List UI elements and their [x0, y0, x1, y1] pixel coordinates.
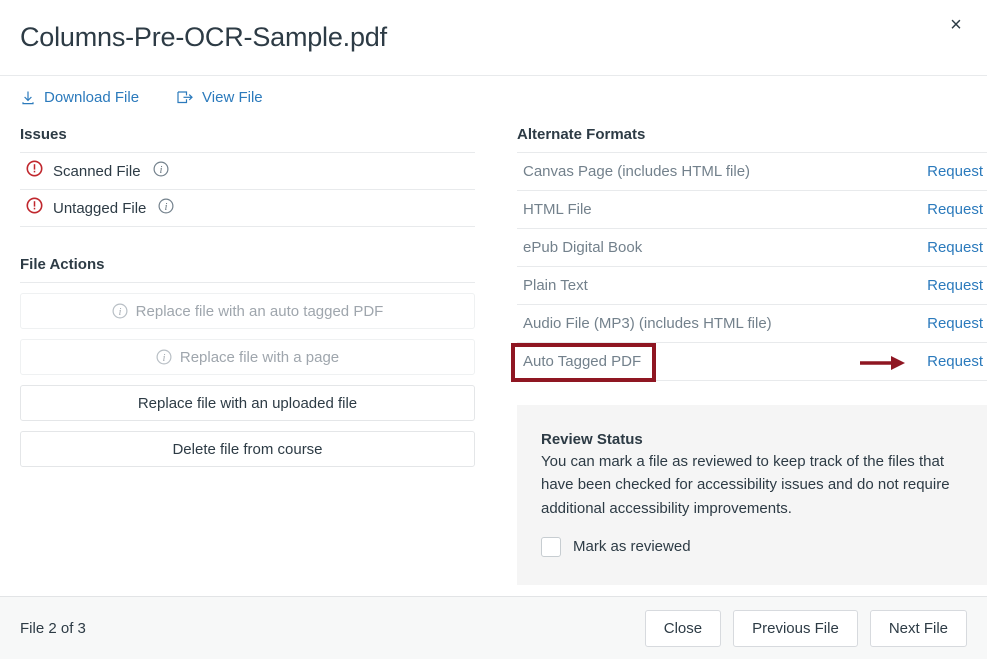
- replace-with-page-button[interactable]: i Replace file with a page: [20, 339, 475, 375]
- info-circle-icon[interactable]: i: [153, 160, 169, 182]
- mark-as-reviewed-checkbox[interactable]: Mark as reviewed: [541, 536, 963, 557]
- format-label: HTML File: [523, 201, 592, 218]
- replace-with-uploaded-file-button[interactable]: Replace file with an uploaded file: [20, 385, 475, 421]
- delete-file-from-course-button[interactable]: Delete file from course: [20, 431, 475, 467]
- previous-file-button[interactable]: Previous File: [733, 609, 858, 647]
- error-circle-icon: [26, 197, 43, 219]
- issues-section-title: Issues: [20, 119, 475, 153]
- action-button-label: Replace file with an auto tagged PDF: [135, 302, 384, 320]
- file-accessibility-dialog: Columns-Pre-OCR-Sample.pdf × Download Fi…: [0, 0, 987, 659]
- action-button-label: Delete file from course: [172, 440, 323, 458]
- file-actions-section: File Actions i Replace file with an auto…: [20, 249, 475, 467]
- alternate-formats-section-title: Alternate Formats: [517, 119, 987, 153]
- format-label: ePub Digital Book: [523, 239, 643, 256]
- next-file-button[interactable]: Next File: [869, 609, 967, 647]
- issue-row[interactable]: Untagged File i: [20, 190, 475, 227]
- checkbox-box[interactable]: [541, 536, 561, 557]
- file-actions-section-title: File Actions: [20, 249, 475, 283]
- file-toolbar: Download File View File: [0, 75, 987, 119]
- review-status-title: Review Status: [541, 431, 643, 448]
- close-button[interactable]: Close: [644, 609, 722, 647]
- format-row: Audio File (MP3) (includes HTML file) Re…: [517, 305, 987, 343]
- format-row-auto-tagged-pdf: Auto Tagged PDF Request: [517, 343, 987, 381]
- download-icon: [20, 90, 36, 106]
- file-counter: File 2 of 3: [20, 619, 86, 637]
- view-file-button[interactable]: View File: [177, 89, 263, 106]
- mark-as-reviewed-label: Mark as reviewed: [573, 538, 691, 556]
- format-row: Plain Text Request: [517, 267, 987, 305]
- view-file-label: View File: [202, 89, 263, 106]
- left-column: Issues Scanned File i Untagged File i Fi…: [20, 119, 475, 467]
- format-label: Plain Text: [523, 277, 588, 294]
- external-view-icon: [177, 90, 194, 105]
- request-link[interactable]: Request: [927, 315, 983, 332]
- action-button-label: Replace file with a page: [179, 348, 340, 366]
- issue-label: Untagged File: [53, 199, 147, 217]
- close-icon[interactable]: ×: [941, 10, 971, 40]
- request-link[interactable]: Request: [927, 353, 983, 370]
- right-column: Alternate Formats Canvas Page (includes …: [517, 119, 987, 585]
- format-row: Canvas Page (includes HTML file) Request: [517, 153, 987, 191]
- request-link[interactable]: Request: [927, 163, 983, 180]
- dialog-body: Issues Scanned File i Untagged File i Fi…: [0, 119, 987, 596]
- format-row: HTML File Request: [517, 191, 987, 229]
- format-label: Canvas Page (includes HTML file): [523, 163, 751, 180]
- svg-text:i: i: [159, 165, 162, 176]
- replace-with-auto-tagged-pdf-button[interactable]: i Replace file with an auto tagged PDF: [20, 293, 475, 329]
- issue-label: Scanned File: [53, 162, 141, 180]
- review-status-panel: Review Status You can mark a file as rev…: [517, 405, 987, 585]
- format-row: ePub Digital Book Request: [517, 229, 987, 267]
- error-circle-icon: [26, 160, 43, 182]
- request-link[interactable]: Request: [927, 201, 983, 218]
- request-link[interactable]: Request: [927, 277, 983, 294]
- svg-text:i: i: [162, 353, 165, 364]
- issue-row[interactable]: Scanned File i: [20, 153, 475, 190]
- format-label: Auto Tagged PDF: [523, 353, 642, 370]
- info-circle-icon[interactable]: i: [158, 197, 174, 219]
- action-button-label: Replace file with an uploaded file: [137, 394, 358, 412]
- dialog-footer: File 2 of 3 Close Previous File Next Fil…: [0, 596, 987, 659]
- review-status-description: You can mark a file as reviewed to keep …: [541, 453, 950, 517]
- footer-buttons: Close Previous File Next File: [644, 609, 967, 647]
- format-label: Audio File (MP3) (includes HTML file): [523, 315, 772, 332]
- svg-text:i: i: [165, 202, 168, 213]
- info-circle-icon: i: [112, 303, 128, 319]
- svg-text:i: i: [118, 307, 121, 318]
- info-circle-icon: i: [156, 349, 172, 365]
- dialog-header: Columns-Pre-OCR-Sample.pdf ×: [0, 0, 987, 75]
- page-title: Columns-Pre-OCR-Sample.pdf: [20, 21, 387, 52]
- download-file-label: Download File: [44, 89, 140, 106]
- download-file-button[interactable]: Download File: [20, 89, 139, 106]
- request-link[interactable]: Request: [927, 239, 983, 256]
